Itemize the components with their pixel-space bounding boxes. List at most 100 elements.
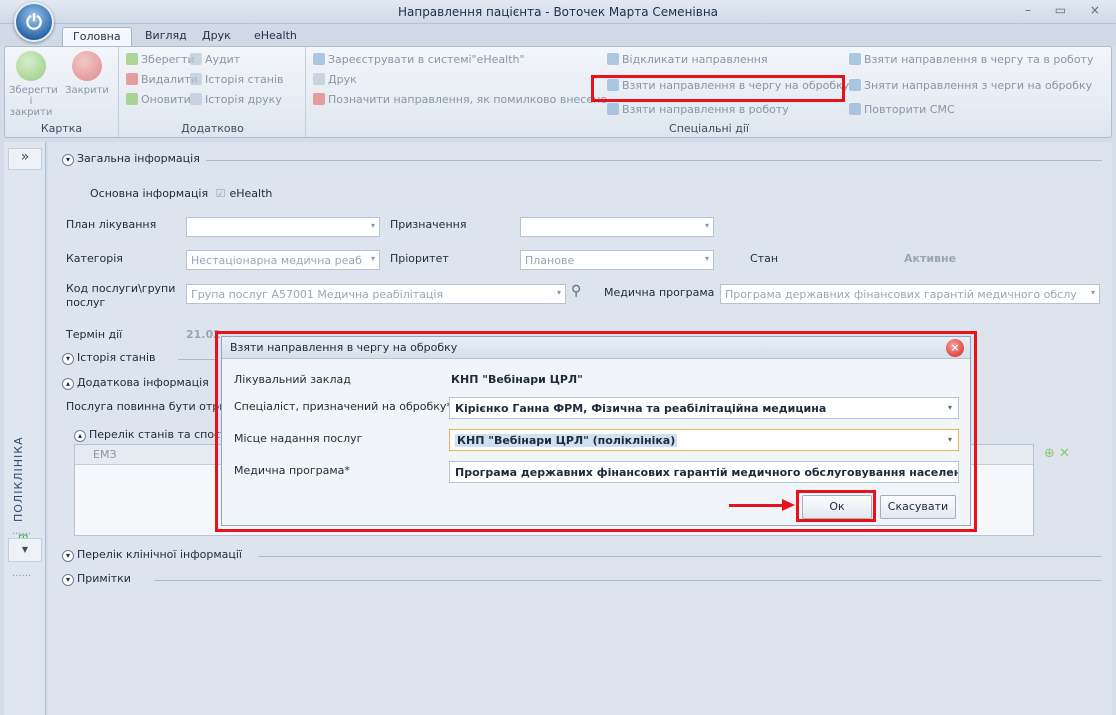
ok-highlight bbox=[796, 490, 876, 522]
ribbon-tabs: Головна Вигляд Друк eHealth bbox=[0, 24, 1116, 46]
program-select[interactable]: Програма державних фінансових гарантій м… bbox=[449, 461, 959, 483]
section-states-list[interactable]: ▴ Перелік станів та спост bbox=[74, 428, 227, 444]
remove-queue-icon bbox=[849, 79, 861, 91]
plan-label: План лікування bbox=[66, 218, 157, 231]
check-icon bbox=[16, 51, 46, 81]
chevron-down-icon: ▾ bbox=[62, 154, 74, 166]
tab-view[interactable]: Вигляд bbox=[135, 27, 197, 46]
panel-dropdown-button[interactable]: ▼ bbox=[8, 538, 42, 562]
program-combo[interactable]: Програма державних фінансових гарантій м… bbox=[720, 284, 1100, 304]
refresh-icon bbox=[126, 93, 138, 105]
panel-vertical-label[interactable]: ПОЛІКЛІНІКА bbox=[12, 436, 25, 522]
sms-icon bbox=[849, 103, 861, 115]
audit-button[interactable]: Аудит bbox=[190, 53, 240, 68]
chevron-up-icon: ▴ bbox=[74, 430, 86, 442]
close-button[interactable]: Закрити bbox=[65, 51, 109, 96]
print-history-button[interactable]: Історія друку bbox=[190, 93, 282, 108]
ribbon: Зберегти і закрити Закрити Картка Зберег… bbox=[4, 46, 1112, 138]
remove-queue-button[interactable]: Зняти направлення з черги на обробку bbox=[849, 79, 1092, 94]
group-label-dodatkovo: Додатково bbox=[181, 122, 244, 135]
facility-value: КНП "Вебінари ЦРЛ" bbox=[451, 373, 583, 386]
category-combo[interactable]: Нестаціонарна медична реаб ▾ bbox=[186, 250, 380, 270]
save-icon bbox=[126, 53, 138, 65]
splitter-dots-top[interactable]: ...... bbox=[12, 526, 31, 537]
search-icon[interactable]: ⚲ bbox=[571, 283, 581, 299]
facility-label: Лікувальний заклад bbox=[234, 373, 351, 386]
plan-combo[interactable]: ▾ bbox=[186, 217, 380, 237]
chevron-down-icon: ▾ bbox=[62, 550, 74, 562]
dialog-title: Взяти направлення в чергу на обробку bbox=[222, 337, 970, 359]
section-status-history[interactable]: ▾ Історія станів bbox=[62, 351, 156, 367]
service-label: Код послуги\групи послуг bbox=[66, 282, 176, 309]
section-additional[interactable]: ▴ Додаткова інформація bbox=[62, 376, 209, 392]
mark-error-button[interactable]: Позначити направлення, як помилково внес… bbox=[313, 93, 607, 108]
tab-ehealth[interactable]: eHealth bbox=[244, 27, 307, 46]
delete-button[interactable]: Видалити bbox=[126, 73, 198, 88]
refresh-button[interactable]: Оновити bbox=[126, 93, 191, 108]
service-combo[interactable]: Група послуг А57001 Медична реабілітація… bbox=[186, 284, 566, 304]
tab-home[interactable]: Головна bbox=[62, 27, 132, 46]
section-divider bbox=[154, 580, 1102, 581]
place-label: Місце надання послуг bbox=[234, 432, 363, 445]
group-dodatkovo: Зберегти Видалити Оновити Аудит Історія … bbox=[120, 47, 306, 137]
section-general[interactable]: ▾ Загальна інформація bbox=[62, 152, 200, 168]
section-notes[interactable]: ▾ Примітки bbox=[62, 572, 131, 588]
status-history-button[interactable]: Історія станів bbox=[190, 73, 284, 88]
priority-combo[interactable]: Планове ▾ bbox=[520, 250, 714, 270]
main-info-header: Основна інформація ☑ eHealth bbox=[90, 187, 273, 200]
printer-icon bbox=[313, 73, 325, 85]
app-menu-orb-icon[interactable]: ⏻ bbox=[14, 2, 54, 42]
repeat-sms-button[interactable]: Повторити СМС bbox=[849, 103, 955, 118]
take-work-button[interactable]: Взяти направлення в роботу bbox=[607, 103, 789, 118]
history-icon bbox=[190, 93, 202, 105]
pointer-arrow-head-icon bbox=[782, 499, 795, 511]
purpose-label: Призначення bbox=[390, 218, 467, 231]
priority-label: Пріоритет bbox=[390, 252, 449, 265]
group-label-karta: Картка bbox=[40, 122, 83, 135]
tab-print[interactable]: Друк bbox=[192, 27, 241, 46]
place-select[interactable]: КНП "Вебінари ЦРЛ" (поліклініка) ▾ bbox=[449, 429, 959, 451]
chevron-up-icon: ▴ bbox=[62, 378, 74, 390]
section-divider bbox=[178, 359, 218, 360]
grid-tool-icons[interactable]: ⊕ ✕ bbox=[1044, 446, 1070, 461]
take-queue-work-button[interactable]: Взяти направлення в чергу та в роботу bbox=[849, 53, 1093, 68]
delete-icon bbox=[126, 73, 138, 85]
purpose-combo[interactable]: ▾ bbox=[520, 217, 714, 237]
window-controls[interactable]: – ▭ × bbox=[1025, 3, 1110, 17]
revoke-button[interactable]: Відкликати направлення bbox=[607, 53, 768, 68]
close-icon bbox=[72, 51, 102, 81]
history-icon bbox=[190, 73, 202, 85]
register-ehealth-button[interactable]: Зареєструвати в системі"eHealth" bbox=[313, 53, 525, 68]
group-karta: Зберегти і закрити Закрити Картка bbox=[5, 47, 119, 137]
window-title: Направлення пацієнта - Воточек Марта Сем… bbox=[397, 5, 719, 19]
cancel-button[interactable]: Скасувати bbox=[880, 495, 956, 519]
print-button[interactable]: Друк bbox=[313, 73, 357, 88]
specialist-label: Спеціаліст, призначений на обробку* bbox=[234, 400, 452, 413]
category-label: Категорія bbox=[66, 252, 123, 265]
term-label: Термін дії bbox=[66, 328, 123, 341]
title-bar: Направлення пацієнта - Воточек Марта Сем… bbox=[0, 0, 1116, 24]
revoke-icon bbox=[607, 53, 619, 65]
mark-icon bbox=[313, 93, 325, 105]
save-close-button[interactable]: Зберегти і закрити bbox=[9, 51, 58, 118]
group-label-special: Спеціальні дії bbox=[669, 122, 749, 135]
expand-panel-button[interactable]: » bbox=[8, 148, 42, 170]
chevron-down-icon: ▾ bbox=[62, 574, 74, 586]
checkbox-icon[interactable]: ☑ bbox=[216, 187, 226, 200]
work-icon bbox=[607, 103, 619, 115]
register-icon bbox=[313, 53, 325, 65]
section-clinical[interactable]: ▾ Перелік клінічної інформації bbox=[62, 548, 242, 564]
specialist-select[interactable]: Кірієнко Ганна ФРМ, Фізична та реабіліта… bbox=[449, 397, 959, 419]
splitter-dots-bottom[interactable]: ...... bbox=[12, 568, 31, 579]
state-label: Стан bbox=[750, 252, 779, 265]
left-panel: » ПОЛІКЛІНІКА ⊞ ...... ▼ ...... bbox=[4, 142, 46, 715]
queue-work-icon bbox=[849, 53, 861, 65]
section-divider bbox=[206, 160, 1102, 161]
save-button[interactable]: Зберегти bbox=[126, 53, 195, 68]
program-label: Медична програма bbox=[604, 286, 715, 299]
chevron-down-icon: ▾ bbox=[62, 353, 74, 365]
take-queue-highlight bbox=[591, 75, 845, 102]
section-divider bbox=[258, 556, 1102, 557]
dialog-close-icon[interactable]: × bbox=[946, 339, 964, 357]
service-text: Послуга повинна бути отри bbox=[66, 400, 227, 413]
